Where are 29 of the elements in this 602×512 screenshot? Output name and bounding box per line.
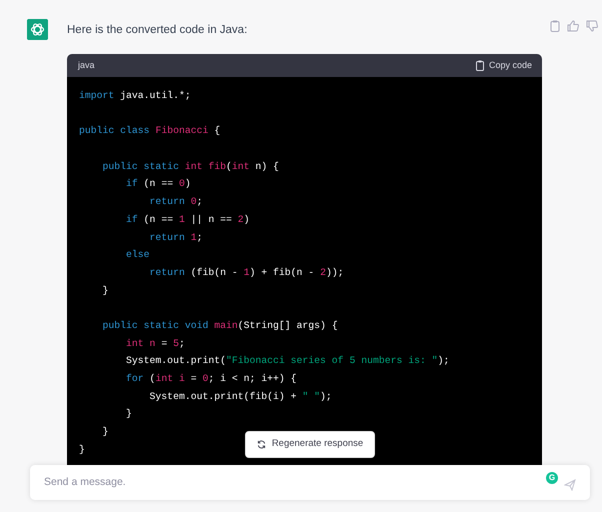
code-line: import java.util.*; bbox=[79, 89, 191, 103]
code-line: } bbox=[102, 425, 108, 440]
code-line: } bbox=[102, 284, 108, 298]
language-label: java bbox=[78, 58, 95, 72]
send-icon[interactable] bbox=[564, 478, 576, 490]
code-line: for (int i = 0; i < n; i++) { bbox=[125, 372, 297, 386]
regenerate-button[interactable]: Regenerate response bbox=[245, 431, 375, 458]
code-line: if (n == 0) bbox=[125, 177, 191, 192]
code-line: public class Fibonacci { bbox=[79, 124, 220, 138]
code-line: } bbox=[79, 442, 85, 457]
message-text: Here is the converted code in Java: bbox=[67, 23, 248, 38]
thumbs-up-icon[interactable] bbox=[567, 20, 579, 32]
code-line: System.out.print(fib(i) + " "); bbox=[148, 390, 332, 404]
thumbs-down-icon[interactable] bbox=[586, 20, 598, 32]
refresh-icon bbox=[256, 440, 266, 449]
code-line: else bbox=[125, 248, 150, 262]
code-line: return (fib(n - 1) + fib(n - 2)); bbox=[148, 266, 344, 280]
assistant-logo-icon bbox=[27, 19, 48, 40]
code-line: } bbox=[125, 407, 132, 422]
code-line: public static void main(String[] args) { bbox=[102, 318, 338, 333]
copy-code-button[interactable]: Copy code bbox=[476, 58, 532, 72]
code-line: return 0; bbox=[148, 195, 202, 210]
clipboard-icon bbox=[476, 60, 484, 71]
code-line: if (n == 1 || n == 2) bbox=[125, 212, 250, 227]
code-line: int n = 5; bbox=[125, 336, 185, 351]
code-line: return 1; bbox=[148, 230, 202, 244]
code-line: public static int fib(int n) { bbox=[102, 160, 279, 174]
code-line: System.out.print("Fibonacci series of 5 numbers is: "); bbox=[125, 354, 450, 368]
clipboard-icon[interactable] bbox=[550, 20, 560, 32]
